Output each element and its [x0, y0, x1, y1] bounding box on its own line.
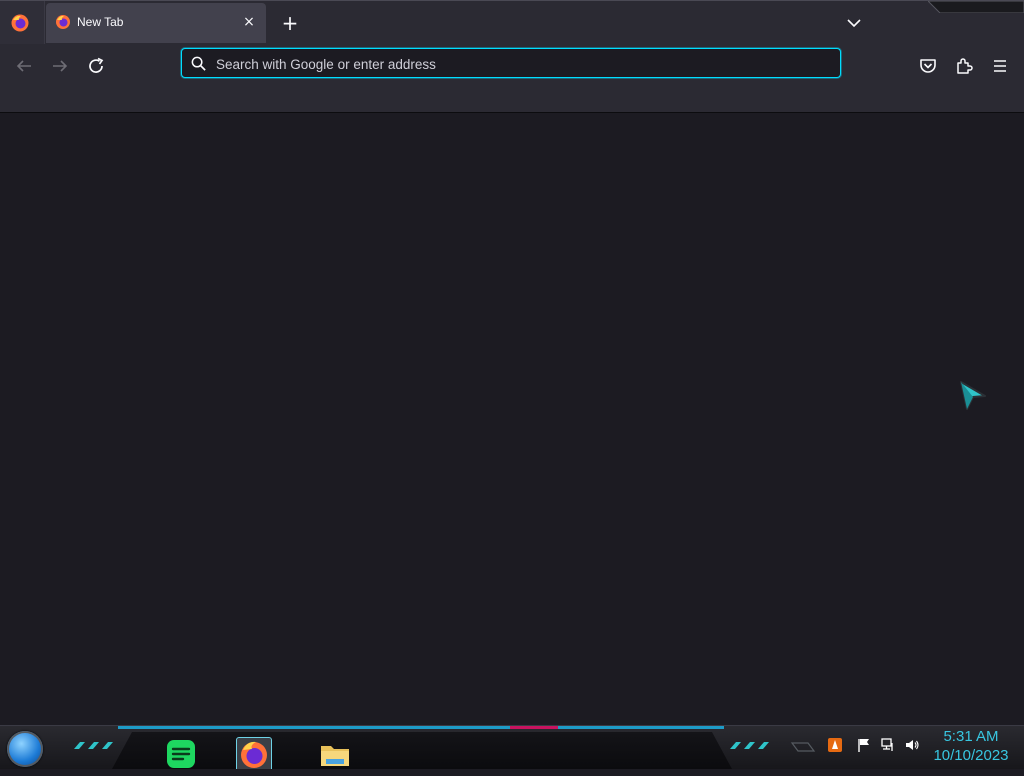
taskbar-app-notes[interactable] — [164, 737, 198, 769]
tab-new-tab[interactable]: New Tab × — [46, 3, 266, 43]
close-tab-icon[interactable]: × — [240, 13, 258, 31]
url-bar[interactable] — [181, 48, 841, 79]
reload-button[interactable] — [84, 54, 108, 78]
app-menu-button[interactable] — [988, 54, 1012, 78]
forward-button[interactable] — [48, 54, 72, 78]
mouse-cursor-icon — [960, 381, 986, 410]
address-input[interactable] — [214, 49, 828, 79]
navigation-toolbar — [0, 44, 1024, 113]
search-icon — [191, 56, 206, 71]
extensions-button[interactable] — [952, 54, 976, 78]
firefox-tab-icon — [56, 15, 70, 29]
action-center-flag-icon[interactable] — [856, 737, 872, 753]
taskbar-accent-line — [118, 726, 724, 729]
chevrons-decoration-right — [730, 742, 769, 749]
clock-date: 10/10/2023 — [933, 747, 1009, 764]
back-arrow-icon — [16, 60, 31, 72]
extensions-icon — [957, 58, 973, 74]
page-content[interactable] — [0, 113, 1024, 725]
vlc-icon[interactable] — [827, 737, 843, 753]
start-button[interactable] — [7, 731, 43, 767]
tab-strip: New Tab × + — [0, 0, 1024, 45]
window-frame-decoration — [928, 1, 1024, 13]
firefox-view-button[interactable] — [0, 1, 45, 45]
volume-icon[interactable] — [904, 737, 920, 753]
taskbar-app-file-explorer[interactable] — [318, 737, 352, 769]
network-icon[interactable] — [880, 737, 896, 753]
system-clock[interactable]: 5:31 AM 10/10/2023 — [926, 727, 1016, 765]
new-tab-button[interactable]: + — [278, 11, 302, 35]
clock-time: 5:31 AM — [943, 728, 999, 745]
chevrons-decoration-left — [74, 742, 113, 749]
firefox-icon — [241, 741, 267, 768]
show-hidden-icons-icon[interactable] — [790, 741, 816, 753]
pocket-button[interactable] — [916, 54, 940, 78]
taskbar-app-area — [112, 732, 732, 769]
green-notes-icon — [167, 740, 195, 768]
pocket-icon — [920, 59, 936, 73]
reload-icon — [89, 57, 104, 73]
back-button[interactable] — [12, 54, 36, 78]
folder-icon — [321, 746, 349, 766]
menu-icon — [994, 60, 1006, 72]
firefox-icon — [11, 14, 29, 32]
tab-title: New Tab — [77, 15, 124, 29]
chevron-down-icon[interactable] — [842, 11, 866, 35]
forward-arrow-icon — [53, 60, 68, 72]
taskbar-accent-highlight — [510, 726, 558, 729]
